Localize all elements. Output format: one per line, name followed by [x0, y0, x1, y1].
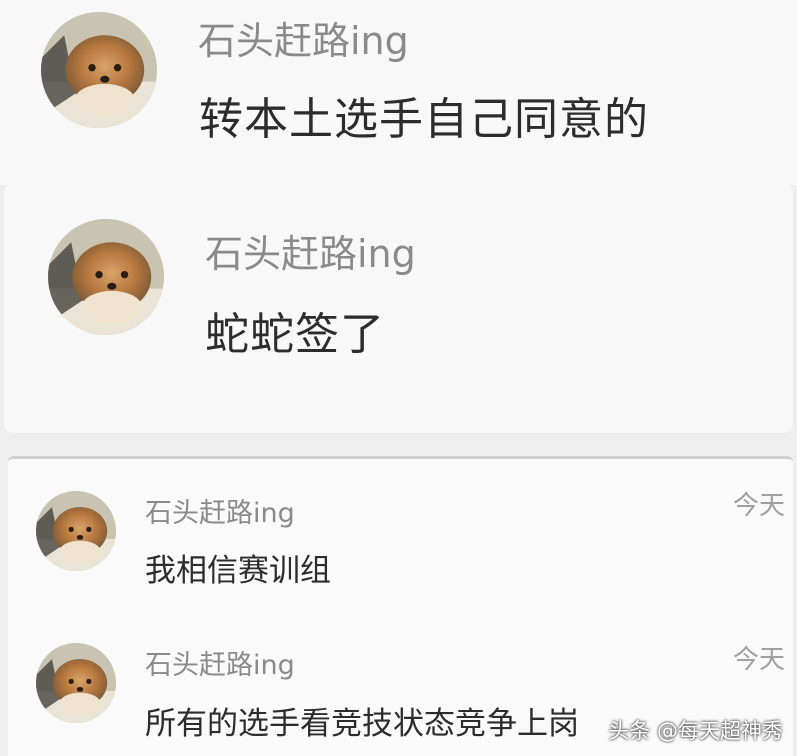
comment-text: 蛇蛇签了	[205, 309, 385, 360]
comment-time: 今天	[732, 645, 785, 675]
dog-avatar-icon	[41, 12, 157, 128]
comment-text: 转本土选手自己同意的	[199, 94, 649, 145]
comment-text: 所有的选手看竞技状态竞争上岗	[145, 706, 579, 742]
user-avatar[interactable]	[48, 219, 164, 335]
dog-avatar-icon	[48, 219, 164, 335]
dog-avatar-icon	[36, 643, 116, 723]
comment-list: 石头赶路ing 今天 我相信赛训组 石头赶路ing 今天 所有的选手看竞技状态竞…	[8, 456, 793, 756]
comment-username[interactable]: 石头赶路ing	[205, 223, 416, 278]
watermark: 头条 @每天超神秀	[608, 719, 783, 743]
comment-text: 我相信赛训组	[145, 553, 331, 589]
comment-username[interactable]: 石头赶路ing	[198, 10, 409, 65]
comment-username[interactable]: 石头赶路ing	[145, 491, 295, 530]
comment-card-2: 石头赶路ing 蛇蛇签了	[4, 183, 793, 433]
user-avatar[interactable]	[41, 12, 157, 128]
user-avatar[interactable]	[36, 643, 116, 723]
comment-card-1: 石头赶路ing 转本土选手自己同意的	[0, 0, 797, 185]
comment-username[interactable]: 石头赶路ing	[145, 643, 295, 682]
user-avatar[interactable]	[36, 491, 116, 571]
comment-time: 今天	[732, 491, 785, 521]
dog-avatar-icon	[36, 491, 116, 571]
